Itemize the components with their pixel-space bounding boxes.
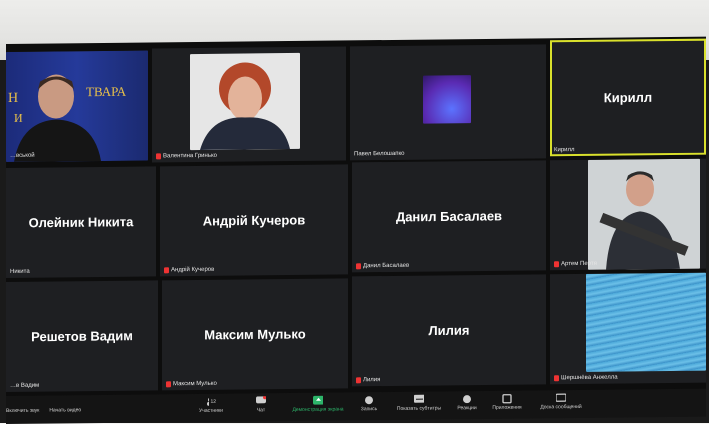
participant-tile-6[interactable]: Андрій Кучеров Андрій Кучеров — [160, 164, 348, 277]
record-button[interactable]: Запись — [346, 395, 392, 412]
participant-tile-3[interactable]: Павел Белошапко — [350, 44, 546, 161]
captions-label: Показать субтитры — [396, 405, 442, 412]
participant-name-label: …вськой — [10, 152, 35, 159]
participants-button[interactable]: 12 Участники — [188, 397, 234, 414]
participant-name: Максим Мулько — [204, 326, 306, 343]
participant-name: Олейник Никита — [28, 214, 134, 231]
svg-text:ТВАРА: ТВАРА — [86, 84, 127, 99]
participant-name-label: …в Вадим — [10, 382, 40, 389]
participant-name-label: Никита — [10, 268, 30, 275]
participant-tile-9[interactable]: Решетов Вадим …в Вадим — [6, 280, 158, 392]
apps-button[interactable]: Приложения — [484, 393, 530, 411]
participant-name: Кирилл — [603, 89, 653, 106]
participant-tile-1[interactable]: Н ТВАРА И …вськой — [6, 50, 148, 162]
reactions-icon — [462, 394, 472, 403]
whiteboard-icon — [556, 393, 566, 402]
chat-button[interactable]: Чат — [238, 396, 284, 413]
share-screen-button[interactable]: Демонстрация экрана — [288, 395, 348, 413]
participant-video-8 — [588, 158, 700, 270]
svg-text:Н: Н — [8, 91, 18, 106]
participant-name: Лилия — [428, 322, 470, 339]
gallery-grid: Н ТВАРА И …вськой Валентина Гринько Паве… — [6, 37, 706, 396]
chat-icon — [256, 396, 266, 405]
participant-tile-11[interactable]: Лилия Лилия — [352, 274, 546, 387]
whiteboard-button[interactable]: Доска сообщений — [534, 393, 588, 411]
chat-label: Чат — [256, 407, 266, 414]
participant-tile-10[interactable]: Максим Мулько Максим Мулько — [162, 278, 348, 391]
meeting-toolbar: Включить звук Начать видео 12 Участники … — [6, 388, 706, 424]
svg-text:И: И — [14, 111, 23, 125]
start-video-button[interactable]: Начать видео — [49, 407, 81, 413]
participant-name-label: Данил Басалаев — [356, 263, 409, 270]
apps-icon — [502, 393, 512, 403]
participant-name: Андрій Кучеров — [202, 212, 306, 229]
participant-name-label: Кирилл — [554, 147, 575, 154]
participant-video-1: Н ТВАРА И — [6, 50, 148, 162]
participant-tile-4[interactable]: Кирилл Кирилл — [550, 38, 706, 157]
muted-mic-icon — [356, 377, 361, 384]
participant-name-label: Валентина Гринько — [156, 153, 217, 160]
toolbar-left-group: Включить звук Начать видео — [6, 407, 81, 414]
participant-name-label: Лилия — [356, 377, 380, 384]
participant-name-label: Максим Мулько — [166, 381, 217, 388]
participant-avatar-3 — [423, 75, 471, 124]
participant-name: Решетов Вадим — [31, 328, 133, 345]
record-icon — [364, 395, 374, 404]
record-label: Запись — [360, 406, 378, 413]
whiteboard-label: Доска сообщений — [540, 403, 582, 411]
participant-video-2 — [190, 52, 300, 151]
muted-mic-icon — [156, 153, 161, 160]
muted-mic-icon — [356, 263, 361, 270]
participant-video-12 — [586, 272, 706, 372]
muted-mic-icon — [166, 381, 171, 388]
participant-name-label: Павел Белошапко — [354, 150, 405, 158]
captions-icon — [414, 394, 424, 404]
participant-tile-8[interactable]: Артем Пертя — [550, 158, 706, 271]
share-screen-label: Демонстрация экрана — [292, 406, 344, 414]
captions-button[interactable]: Показать субтитры — [392, 394, 446, 412]
apps-label: Приложения — [492, 404, 522, 411]
participant-tile-2[interactable]: Валентина Гринько — [152, 46, 346, 163]
person-image — [599, 171, 689, 270]
participant-tile-12[interactable]: Шершнёва Анжелла — [550, 272, 706, 385]
share-screen-icon — [313, 395, 323, 405]
participants-count: 12 — [210, 398, 216, 405]
participant-name-label: Артем Пертя — [554, 261, 597, 268]
participant-tile-5[interactable]: Олейник Никита Никита — [6, 166, 156, 278]
person-image — [200, 62, 290, 150]
participant-tile-7[interactable]: Данил Басалаев Данил Басалаев — [352, 160, 546, 273]
muted-mic-icon — [554, 261, 559, 268]
participant-name-label: Андрій Кучеров — [164, 267, 214, 274]
person-image: Н ТВАРА И — [8, 74, 127, 162]
muted-mic-icon — [164, 267, 169, 274]
participant-name: Данил Басалаев — [395, 208, 503, 225]
reactions-label: Реакции — [457, 405, 477, 412]
unmute-button[interactable]: Включить звук — [6, 408, 39, 414]
participants-icon: 12 — [206, 397, 216, 406]
photo-background: Н ТВАРА И …вськой Валентина Гринько Паве… — [0, 0, 709, 424]
participant-name-label: Шершнёва Анжелла — [554, 375, 618, 382]
muted-mic-icon — [554, 375, 559, 382]
zoom-meeting-window: Н ТВАРА И …вськой Валентина Гринько Паве… — [6, 36, 706, 424]
participants-label: Участники — [199, 407, 223, 414]
